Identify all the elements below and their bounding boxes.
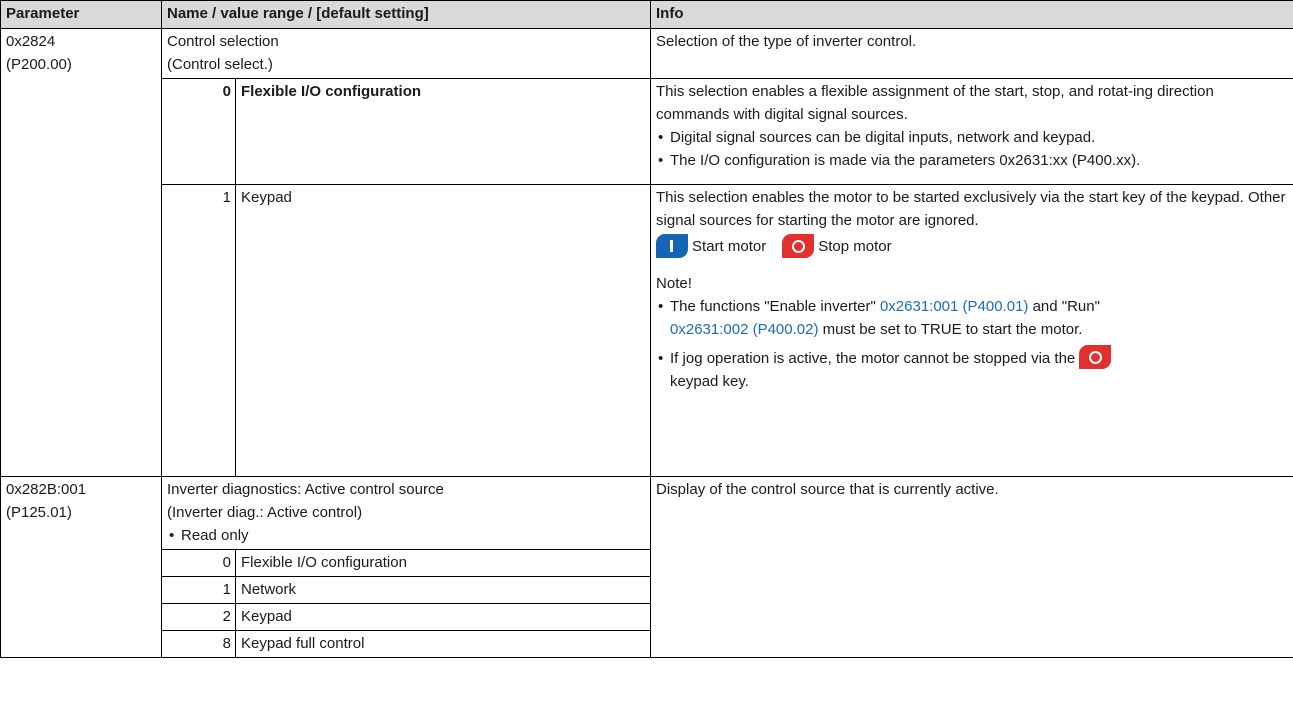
parameter-table: Parameter Name / value range / [default … bbox=[0, 0, 1293, 658]
stop-key-icon bbox=[782, 234, 815, 258]
option-label: Network bbox=[234, 576, 652, 604]
note-text: and "Run" bbox=[1028, 298, 1100, 315]
parameter-link[interactable]: 0x2631:001 (P400.01) bbox=[880, 298, 1028, 315]
option-description-cell: This selection enables a flexible assign… bbox=[650, 78, 1293, 185]
option-value: 0 bbox=[161, 78, 236, 185]
param1-code: (P200.00) bbox=[6, 56, 72, 73]
note-title: Note! bbox=[656, 275, 692, 292]
table-row: 1 Keypad This selection enables the moto… bbox=[1, 184, 1293, 477]
key-legend: Start motor Stop motor bbox=[656, 233, 1288, 259]
note-text: keypad key. bbox=[670, 373, 749, 390]
option-description-cell: This selection enables the motor to be s… bbox=[650, 184, 1293, 477]
param1-index: 0x2824 bbox=[6, 33, 56, 50]
param2-id-cell: 0x282B:001 (P125.01) bbox=[0, 476, 162, 658]
read-only-bullet: Read only bbox=[167, 524, 645, 547]
option-value: 2 bbox=[161, 603, 236, 631]
option-label: Flexible I/O configuration bbox=[234, 549, 652, 577]
option-description: This selection enables a flexible assign… bbox=[656, 83, 1214, 123]
start-key-label: Start motor bbox=[692, 237, 767, 255]
option-label: Keypad full control bbox=[234, 630, 652, 658]
header-name: Name / value range / [default setting] bbox=[160, 0, 652, 29]
param1-name: Control selection bbox=[167, 33, 279, 50]
option-label: Flexible I/O configuration bbox=[234, 78, 652, 185]
note-bullet: If jog operation is active, the motor ca… bbox=[656, 345, 1288, 393]
param2-name-cell: Inverter diagnostics: Active control sou… bbox=[160, 476, 652, 550]
header-info: Info bbox=[650, 0, 1293, 29]
param2-index: 0x282B:001 bbox=[6, 481, 87, 498]
header-parameter: Parameter bbox=[0, 0, 162, 29]
param1-short-name: (Control select.) bbox=[167, 56, 273, 73]
bullet-item: The I/O configuration is made via the pa… bbox=[656, 149, 1288, 172]
table-header-row: Parameter Name / value range / [default … bbox=[0, 0, 1293, 29]
param1-info: Selection of the type of inverter contro… bbox=[656, 33, 917, 50]
note-bullet: The functions "Enable inverter" 0x2631:0… bbox=[656, 295, 1288, 341]
note-text: If jog operation is active, the motor ca… bbox=[670, 350, 1076, 367]
note-text: The functions "Enable inverter" bbox=[670, 298, 880, 315]
table-row: 0 Flexible I/O configuration This select… bbox=[1, 78, 1293, 185]
option-label: Keypad bbox=[234, 603, 652, 631]
option-value: 0 bbox=[161, 549, 236, 577]
param2-short-name: (Inverter diag.: Active control) bbox=[167, 504, 363, 521]
option-value: 1 bbox=[161, 184, 236, 477]
option-label: Keypad bbox=[234, 184, 652, 477]
param2-info-cell: Display of the control source that is cu… bbox=[650, 476, 1293, 658]
note-text: must be set to TRUE to start the motor. bbox=[818, 321, 1083, 338]
start-key-icon bbox=[656, 234, 689, 258]
option-value: 8 bbox=[161, 630, 236, 658]
table-row: 0x282B:001 (P125.01) Inverter diagnostic… bbox=[0, 476, 1293, 658]
param1-name-cell: Control selection (Control select.) bbox=[160, 28, 652, 79]
stop-key-icon bbox=[1079, 345, 1112, 369]
option-description: This selection enables the motor to be s… bbox=[656, 189, 1286, 229]
option-value: 1 bbox=[161, 576, 236, 604]
bullet-item: Digital signal sources can be digital in… bbox=[656, 126, 1288, 149]
param1-info-cell: Selection of the type of inverter contro… bbox=[650, 28, 1293, 79]
param2-code: (P125.01) bbox=[6, 504, 72, 521]
param2-name: Inverter diagnostics: Active control sou… bbox=[167, 481, 444, 498]
parameter-link[interactable]: 0x2631:002 (P400.02) bbox=[670, 321, 818, 338]
param1-id-cell: 0x2824 (P200.00) bbox=[0, 28, 162, 477]
param2-info: Display of the control source that is cu… bbox=[656, 481, 999, 498]
table-row: 0x2824 (P200.00) Control selection (Cont… bbox=[0, 28, 1293, 477]
stop-key-label: Stop motor bbox=[818, 237, 892, 255]
